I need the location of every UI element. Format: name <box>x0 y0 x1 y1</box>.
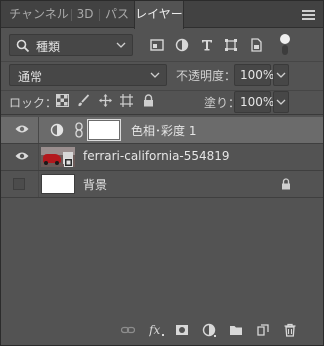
lock-transparent-pixels-icon[interactable] <box>56 94 69 107</box>
add-mask-icon[interactable] <box>175 323 189 337</box>
chevron-down-icon <box>276 99 286 105</box>
fx-icon[interactable]: fx <box>149 323 165 337</box>
lock-label: ロック： <box>9 96 58 110</box>
layer-name: 色相･彩度 1 <box>131 124 197 138</box>
pixel-filter-icon[interactable] <box>150 38 164 52</box>
shape-filter-icon[interactable] <box>224 38 238 52</box>
visibility-column-divider <box>38 144 39 170</box>
tab-divider <box>71 9 72 21</box>
layer-separator <box>1 197 323 198</box>
layer-mask-thumbnail[interactable] <box>87 119 121 141</box>
opacity-dropdown[interactable] <box>273 64 289 86</box>
lock-position-icon[interactable] <box>99 94 112 107</box>
svg-text:fx: fx <box>149 323 160 337</box>
lock-all-icon[interactable] <box>142 94 155 107</box>
visibility-column-divider <box>38 171 39 197</box>
tab-3d[interactable]: 3D <box>74 1 96 28</box>
layer-thumbnail[interactable] <box>41 174 75 194</box>
filter-kind-label: 種類 <box>36 40 61 54</box>
panel-menu-icon[interactable] <box>302 10 315 20</box>
search-icon <box>16 39 30 53</box>
chevron-down-icon <box>116 42 126 48</box>
layer-name: 背景 <box>83 178 108 192</box>
divider <box>1 61 323 62</box>
layer-row[interactable]: 背景 <box>1 171 323 197</box>
lock-icon <box>282 178 290 190</box>
chevron-down-icon <box>276 72 286 78</box>
chevron-down-icon <box>150 72 160 78</box>
fill-input[interactable]: 100% <box>234 91 274 113</box>
layer-row[interactable]: ferrari-california-554819 <box>1 144 323 170</box>
fill-dropdown[interactable] <box>273 91 289 113</box>
type-filter-icon[interactable] <box>200 38 214 52</box>
opacity-input[interactable]: 100% <box>234 64 274 86</box>
blend-mode-select[interactable]: 通常 <box>9 64 167 86</box>
layer-row[interactable]: 色相･彩度 1 <box>1 117 323 143</box>
opacity-label: 不透明度： <box>176 69 237 83</box>
eye-icon[interactable] <box>15 124 29 134</box>
link-chain-icon[interactable] <box>74 122 84 138</box>
blend-mode-value: 通常 <box>18 70 43 84</box>
visibility-toggle-off[interactable] <box>13 178 25 190</box>
toggle-track <box>282 45 288 55</box>
folder-icon[interactable] <box>229 323 243 337</box>
tab-channels[interactable]: チャンネル <box>9 1 69 28</box>
visibility-column-divider <box>38 117 39 143</box>
filter-kind-select[interactable]: 種類 <box>9 34 133 56</box>
smart-object-filter-icon[interactable] <box>249 38 263 52</box>
layer-name: ferrari-california-554819 <box>83 149 230 163</box>
link-layers-icon[interactable] <box>121 323 135 337</box>
adjustment-layer-icon <box>50 123 64 137</box>
panel-tab-bar: チャンネル 3D パス レイヤー <box>1 1 323 29</box>
lock-artboard-icon[interactable] <box>120 94 133 107</box>
divider <box>1 114 323 115</box>
new-layer-icon[interactable] <box>256 323 270 337</box>
adjustment-filter-icon[interactable] <box>175 38 189 52</box>
eye-icon[interactable] <box>15 151 29 161</box>
tab-layers[interactable]: レイヤー <box>134 1 184 29</box>
layers-panel: チャンネル 3D パス レイヤー 種類 通常 不透明度： 100% ロック： 塗… <box>0 0 324 346</box>
toggle-knob <box>280 34 290 44</box>
new-adjustment-layer-icon[interactable] <box>202 323 216 337</box>
lock-image-pixels-icon[interactable] <box>77 94 90 107</box>
filter-toggle[interactable] <box>280 34 290 56</box>
trash-icon[interactable] <box>283 323 297 337</box>
smart-object-icon <box>64 158 73 167</box>
tab-paths[interactable]: パス <box>103 1 131 28</box>
tab-divider <box>99 9 100 21</box>
